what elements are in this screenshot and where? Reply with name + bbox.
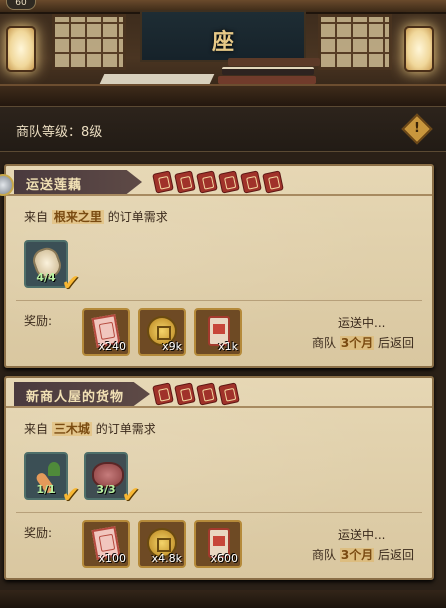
shoji-screen-right [318, 14, 392, 70]
shipping-status: 运送中... [338, 316, 386, 330]
reward-item[interactable]: x1k [194, 308, 242, 356]
counter-edge [0, 84, 446, 106]
player-level-badge: 60 [6, 0, 36, 10]
demand-suffix: 的订单需求 [107, 210, 168, 224]
order-card: 新商人屋的货物 来自 三木城 的订单需求 1/1 ✔ 3/3 ✔ 奖励: x10… [4, 376, 434, 580]
order-demand: 来自 三木城 的订单需求 [24, 420, 156, 437]
reward-item[interactable]: x4.8k [138, 520, 186, 568]
shipping-status: 运送中... [338, 528, 386, 542]
return-time: 商队 3个月 后返回 [312, 334, 414, 351]
demand-suffix: 的订单需求 [95, 422, 156, 436]
reward-item[interactable]: x100 [82, 520, 130, 568]
title-underline [6, 194, 432, 196]
seal-stamp-icon [196, 170, 218, 194]
checkmark-icon: ✔ [61, 271, 80, 296]
return-suffix: 后返回 [378, 336, 415, 350]
seal-stamp-icon [218, 382, 240, 406]
reward-amount: x9k [162, 340, 182, 353]
reward-amount: x240 [98, 340, 126, 353]
requirement-item[interactable]: 3/3 ✔ [84, 452, 140, 508]
order-title-ribbon: 新商人屋的货物 [14, 382, 150, 406]
checkmark-icon: ✔ [121, 483, 140, 508]
reward-amount: x100 [98, 552, 126, 565]
return-prefix: 商队 [312, 548, 337, 562]
requirement-count: 4/4 [36, 271, 56, 284]
requirement-count: 3/3 [96, 483, 116, 496]
seal-stamps [152, 382, 240, 406]
requirement-item[interactable]: 1/1 ✔ [24, 452, 80, 508]
reward-amount: x600 [210, 552, 238, 565]
lantern-right-icon [404, 26, 434, 72]
order-demand: 来自 根来之里 的订单需求 [24, 208, 168, 225]
reward-label: 奖励: [24, 314, 53, 328]
lantern-left-icon [6, 26, 36, 72]
banner-character: 座 [211, 29, 234, 55]
return-duration: 3个月 [339, 336, 375, 350]
checkmark-icon: ✔ [61, 483, 80, 508]
return-suffix: 后返回 [378, 548, 415, 562]
seal-stamp-icon [174, 382, 196, 406]
reward-amount: x1k [218, 340, 238, 353]
order-title: 新商人屋的货物 [26, 390, 125, 405]
demand-prefix: 来自 [24, 210, 49, 224]
seal-stamp-icon [196, 382, 218, 406]
seal-stamp-icon [152, 170, 174, 194]
title-underline [6, 406, 432, 408]
caravan-level-bar: 商队等级：8级 [0, 106, 446, 152]
order-title: 运送莲藕 [26, 178, 83, 193]
desk-papers [99, 74, 215, 84]
book-stack [218, 58, 320, 85]
requirement-count: 1/1 [36, 483, 56, 496]
bottom-frame [0, 590, 446, 608]
shop-scene: 座 60 [0, 0, 446, 106]
shoji-screen-left [52, 14, 126, 70]
order-card: 运送莲藕 来自 根来之里 的订单需求 4/4 ✔ 奖励: x240 x9k x1… [4, 164, 434, 368]
requirement-item[interactable]: 4/4 ✔ [24, 240, 80, 296]
reward-label: 奖励: [24, 526, 53, 540]
order-title-ribbon: 运送莲藕 [14, 170, 142, 194]
shop-banner: 座 [140, 10, 306, 62]
return-time: 商队 3个月 后返回 [312, 546, 414, 563]
demand-source: 三木城 [51, 422, 92, 436]
seal-stamp-icon [152, 382, 174, 406]
divider [16, 512, 422, 513]
caravan-level-label: 商队等级：8级 [16, 125, 103, 140]
divider [16, 300, 422, 301]
seal-stamp-icon [262, 170, 284, 194]
return-prefix: 商队 [312, 336, 337, 350]
reward-amount: x4.8k [151, 552, 182, 565]
demand-prefix: 来自 [24, 422, 49, 436]
return-duration: 3个月 [339, 548, 375, 562]
reward-item[interactable]: x600 [194, 520, 242, 568]
exclamation-icon: ! [414, 121, 420, 136]
seal-stamps [152, 170, 284, 194]
reward-item[interactable]: x9k [138, 308, 186, 356]
seal-stamp-icon [240, 170, 262, 194]
reward-item[interactable]: x240 [82, 308, 130, 356]
seal-stamp-icon [174, 170, 196, 194]
demand-source: 根来之里 [51, 210, 104, 224]
seal-stamp-icon [218, 170, 240, 194]
